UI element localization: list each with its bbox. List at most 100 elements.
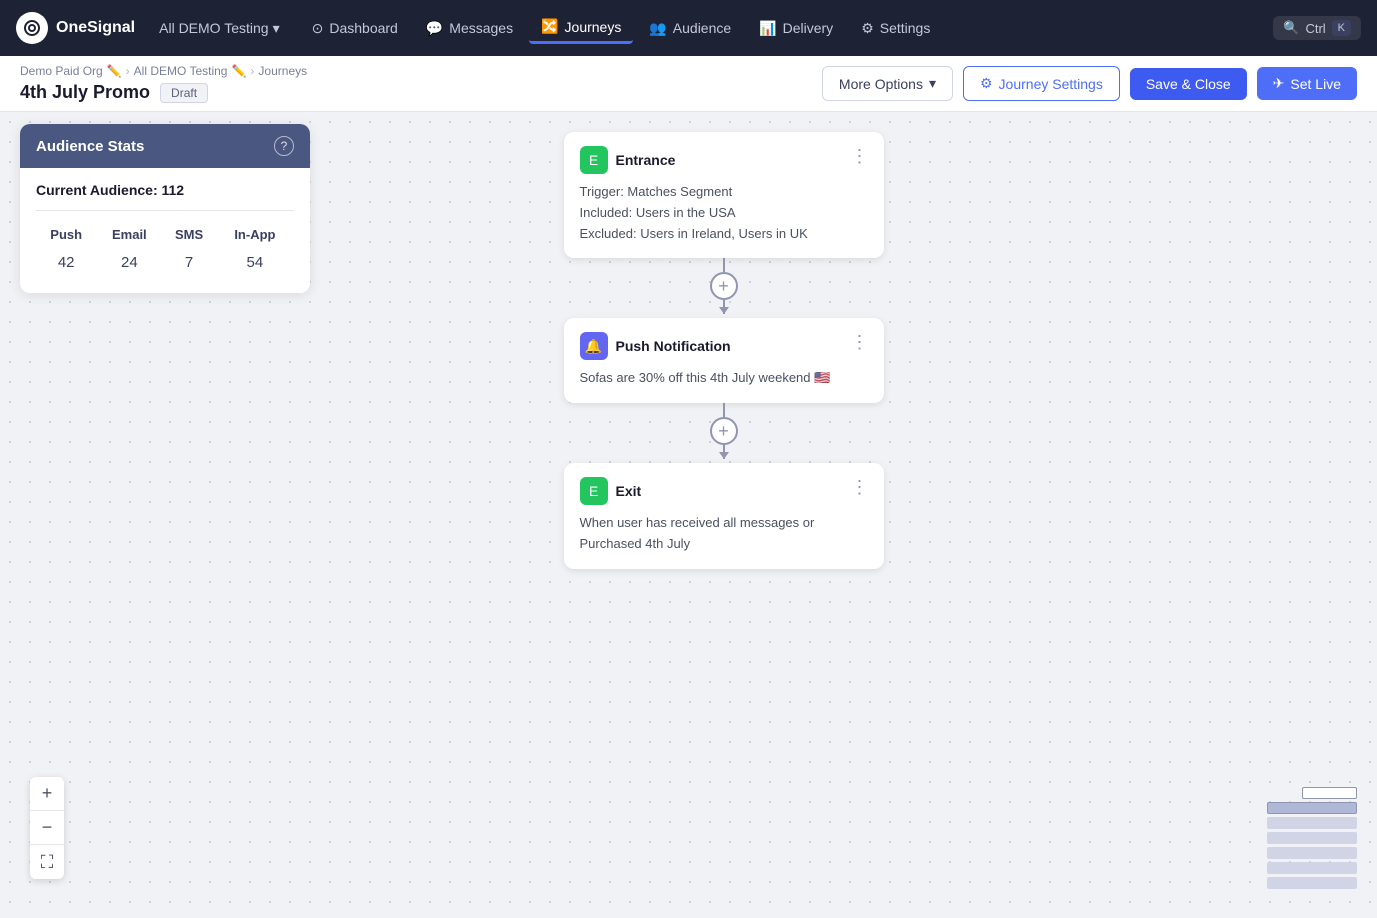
exit-menu-button[interactable]: ⋮ [851,477,870,498]
logo[interactable]: OneSignal [16,12,135,44]
nav-dashboard[interactable]: ⊙ Dashboard [300,14,410,43]
entrance-excluded: Excluded: Users in Ireland, Users in UK [580,224,868,245]
entrance-included: Included: Users in the USA [580,203,868,224]
zoom-controls: + − ⛶ [30,777,64,879]
save-close-label: Save & Close [1146,76,1231,92]
chevron-down-icon: ▾ [273,20,280,37]
chevron-down-icon: ▾ [929,75,936,92]
val-email: 24 [96,246,162,279]
page-title: 4th July Promo [20,82,150,103]
stats-help-button[interactable]: ? [274,136,294,156]
audience-stats-panel: Audience Stats ? Current Audience: 112 P… [20,124,310,293]
exit-icon: E [580,477,608,505]
connector-arrow-1 [723,300,725,314]
entrance-node[interactable]: E Entrance Trigger: Matches Segment Incl… [564,132,884,258]
nav-messages-label: Messages [449,20,513,36]
page-title-row: 4th July Promo Draft [20,82,307,103]
send-icon: ✈ [1273,75,1285,92]
messages-icon: 💬 [426,20,443,37]
search-button[interactable]: 🔍 Ctrl K [1273,16,1361,40]
logo-text: OneSignal [56,19,135,37]
stats-title: Audience Stats [36,138,144,155]
subheader: Demo Paid Org ✏️ › All DEMO Testing ✏️ ›… [0,56,1377,112]
breadcrumb-app[interactable]: All DEMO Testing [134,64,228,78]
zoom-fit-button[interactable]: ⛶ [30,845,64,879]
save-close-button[interactable]: Save & Close [1130,68,1247,100]
push-node[interactable]: 🔔 Push Notification Sofas are 30% off th… [564,318,884,403]
exit-message: When user has received all messages orPu… [580,513,868,555]
zoom-in-button[interactable]: + [30,777,64,811]
search-key-badge: K [1332,20,1351,36]
connector-line-1 [723,258,725,272]
more-options-label: More Options [839,76,923,92]
add-step-button-2[interactable]: + [710,417,738,445]
connector-line-2 [723,403,725,417]
col-sms: SMS [162,223,216,246]
nav-messages[interactable]: 💬 Messages [414,14,525,43]
exit-node[interactable]: E Exit When user has received all messag… [564,463,884,569]
mini-map [1267,787,1357,889]
val-sms: 7 [162,246,216,279]
breadcrumb-section: Journeys [258,64,307,78]
journey-settings-button[interactable]: ⚙ Journey Settings [963,66,1120,101]
exit-header: E Exit [580,477,868,505]
val-inapp: 54 [216,246,294,279]
mini-map-item-6 [1267,862,1357,874]
entrance-trigger: Trigger: Matches Segment [580,182,868,203]
draft-badge: Draft [160,83,208,103]
entrance-header: E Entrance [580,146,868,174]
entrance-menu-button[interactable]: ⋮ [851,146,870,167]
mini-map-item-5 [1267,847,1357,859]
push-title: Push Notification [616,338,731,354]
app-selector-label: All DEMO Testing [159,20,268,36]
stats-body: Current Audience: 112 Push Email SMS In-… [20,168,310,293]
breadcrumb-edit-icon: ✏️ [231,64,246,78]
nav-delivery[interactable]: 📊 Delivery [747,14,845,43]
breadcrumb-sep-2: › [250,64,254,78]
journeys-icon: 🔀 [541,18,558,35]
stats-table: Push Email SMS In-App 42 24 7 54 [36,223,294,279]
mini-map-item-2 [1267,802,1357,814]
current-audience-value: 112 [162,182,185,198]
audience-icon: 👥 [649,20,666,37]
journey-flow: E Entrance Trigger: Matches Segment Incl… [559,132,889,569]
breadcrumb-sep-1: › [126,64,130,78]
header-actions: More Options ▾ ⚙ Journey Settings Save &… [822,66,1357,101]
delivery-icon: 📊 [759,20,776,37]
breadcrumb: Demo Paid Org ✏️ › All DEMO Testing ✏️ ›… [20,64,307,78]
zoom-out-button[interactable]: − [30,811,64,845]
current-audience: Current Audience: 112 [36,182,294,211]
set-live-button[interactable]: ✈ Set Live [1257,67,1357,100]
more-options-button[interactable]: More Options ▾ [822,66,953,101]
mini-map-item-1 [1302,787,1357,799]
canvas-area: Audience Stats ? Current Audience: 112 P… [0,112,1377,909]
nav-dashboard-label: Dashboard [329,20,398,36]
set-live-label: Set Live [1290,76,1341,92]
gear-icon: ⚙ [980,75,993,92]
entrance-title: Entrance [616,152,676,168]
nav-journeys[interactable]: 🔀 Journeys [529,12,633,44]
exit-title: Exit [616,483,642,499]
push-header: 🔔 Push Notification [580,332,868,360]
push-icon: 🔔 [580,332,608,360]
nav-right: 🔍 Ctrl K [1273,16,1361,40]
nav-settings[interactable]: ⚙ Settings [849,14,942,43]
app-selector[interactable]: All DEMO Testing ▾ [151,14,287,43]
breadcrumb-org[interactable]: Demo Paid Org [20,64,103,78]
nav-journeys-label: Journeys [565,19,622,35]
connector-2: + [710,403,738,463]
push-menu-button[interactable]: ⋮ [851,332,870,353]
connector-arrow-2 [723,445,725,459]
mini-map-item-7 [1267,877,1357,889]
nav-audience[interactable]: 👥 Audience [637,14,743,43]
nav-settings-label: Settings [880,20,931,36]
nav-delivery-label: Delivery [783,20,834,36]
add-step-button-1[interactable]: + [710,272,738,300]
push-message: Sofas are 30% off this 4th July weekend … [580,368,868,389]
journey-settings-label: Journey Settings [999,76,1103,92]
col-inapp: In-App [216,223,294,246]
nav-audience-label: Audience [673,20,731,36]
stats-header: Audience Stats ? [20,124,310,168]
col-push: Push [36,223,96,246]
search-icon: 🔍 [1283,20,1299,36]
